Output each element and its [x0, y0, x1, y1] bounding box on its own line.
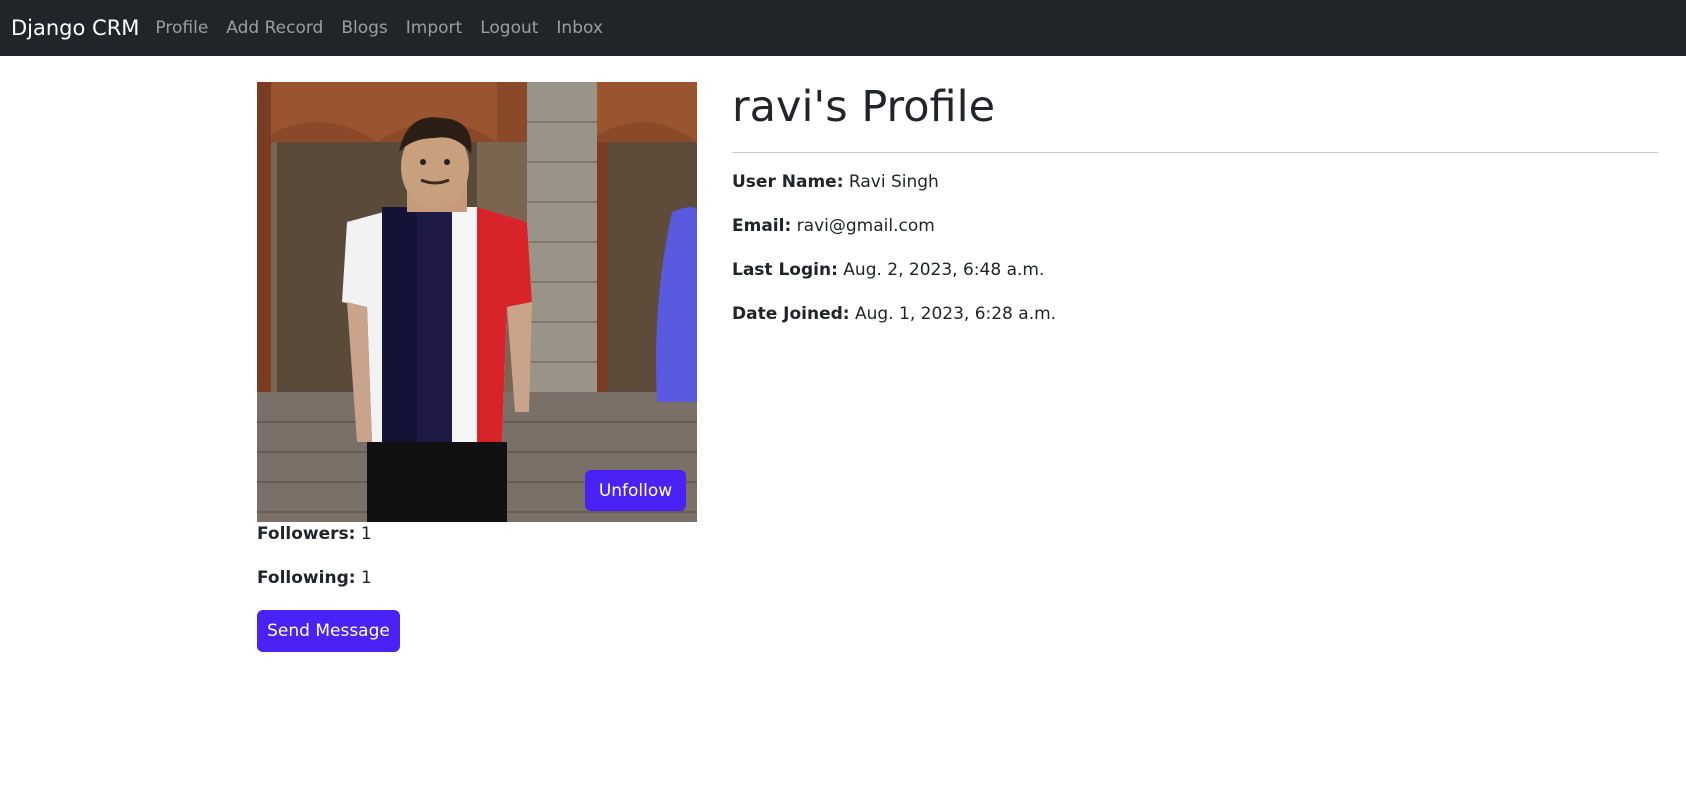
unfollow-button[interactable]: Unfollow	[585, 470, 686, 511]
nav-link-blogs[interactable]: Blogs	[341, 18, 387, 38]
nav-link-add-record[interactable]: Add Record	[226, 18, 323, 38]
nav-link-inbox[interactable]: Inbox	[556, 18, 603, 38]
date-joined-label: Date Joined:	[732, 304, 850, 324]
date-joined-row: Date Joined: Aug. 1, 2023, 6:28 a.m.	[732, 304, 1056, 324]
nav-link-import[interactable]: Import	[406, 18, 462, 38]
username-row: User Name: Ravi Singh	[732, 172, 939, 192]
username-label: User Name:	[732, 172, 844, 192]
nav-link-logout[interactable]: Logout	[480, 18, 538, 38]
email-value: ravi@gmail.com	[796, 216, 935, 236]
last-login-label: Last Login:	[732, 260, 838, 280]
followers-count: 1	[360, 524, 372, 544]
email-label: Email:	[732, 216, 792, 236]
followers-label: Followers:	[257, 524, 356, 544]
date-joined-value: Aug. 1, 2023, 6:28 a.m.	[855, 304, 1057, 324]
send-message-button[interactable]: Send Message	[257, 610, 400, 652]
title-divider	[732, 152, 1658, 153]
profile-photo: Unfollow	[257, 82, 697, 522]
brand-link[interactable]: Django CRM	[11, 16, 139, 40]
following-label: Following:	[257, 568, 356, 588]
page-title: ravi's Profile	[732, 82, 996, 132]
nav-link-profile[interactable]: Profile	[155, 18, 208, 38]
following-stat: Following: 1	[257, 568, 372, 588]
profile-photo-image	[257, 82, 697, 522]
username-value: Ravi Singh	[848, 172, 939, 192]
followers-stat: Followers: 1	[257, 524, 372, 544]
following-count: 1	[360, 568, 372, 588]
navbar: Django CRM Profile Add Record Blogs Impo…	[0, 0, 1686, 56]
email-row: Email: ravi@gmail.com	[732, 216, 935, 236]
last-login-row: Last Login: Aug. 2, 2023, 6:48 a.m.	[732, 260, 1044, 280]
last-login-value: Aug. 2, 2023, 6:48 a.m.	[843, 260, 1045, 280]
